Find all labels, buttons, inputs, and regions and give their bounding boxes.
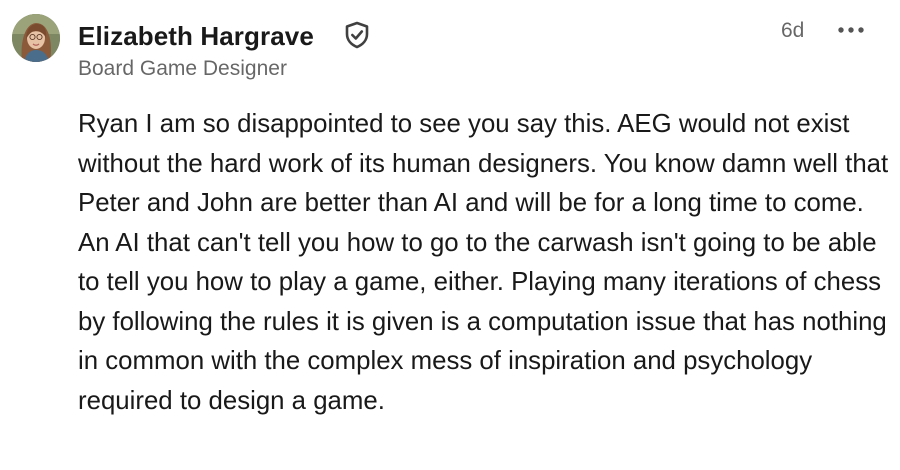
comment-text: Ryan I am so disappointed to see you say…: [78, 110, 889, 415]
more-options-button[interactable]: [832, 16, 872, 44]
avatar-photo: [12, 14, 60, 62]
author-headline: Board Game Designer: [78, 57, 287, 80]
ellipsis-icon: [838, 27, 864, 33]
comment-timestamp[interactable]: 6d: [781, 17, 804, 45]
author-avatar[interactable]: [12, 14, 60, 62]
comment-item: Elizabeth Hargrave Board Game Designer 6…: [0, 0, 900, 470]
author-name[interactable]: Elizabeth Hargrave: [78, 19, 314, 53]
shield-check-icon: [342, 20, 372, 50]
